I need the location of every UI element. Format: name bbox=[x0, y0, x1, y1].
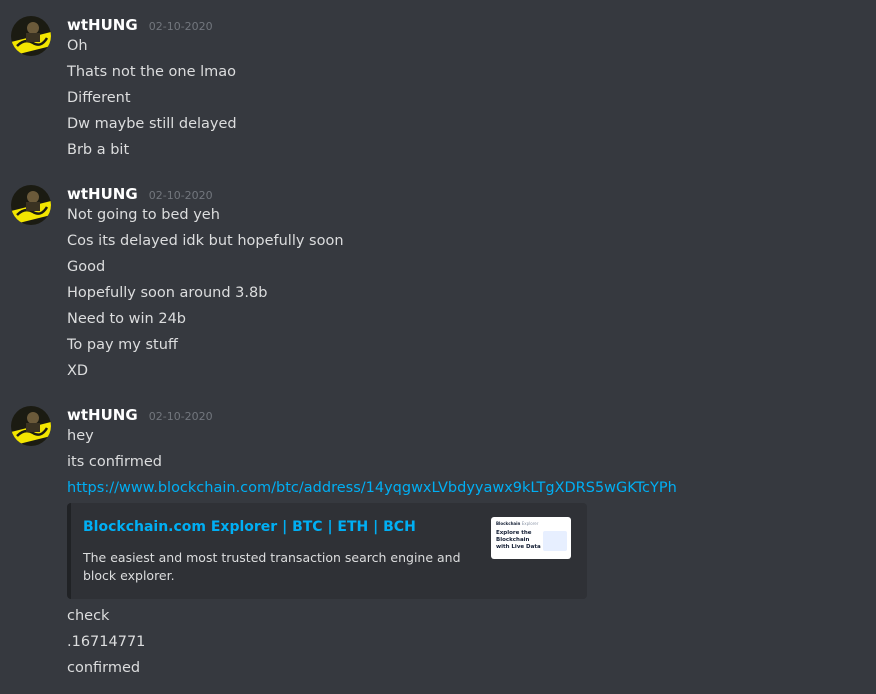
message-text: Good bbox=[67, 259, 106, 275]
message-text: Oh bbox=[67, 38, 88, 54]
message-text: check bbox=[67, 608, 110, 624]
cyberpunk-avatar-icon[interactable] bbox=[11, 406, 51, 446]
message-text: hey bbox=[67, 428, 94, 444]
message-text: Different bbox=[67, 90, 131, 106]
embed-title[interactable]: Blockchain.com Explorer | BTC | ETH | BC… bbox=[83, 519, 416, 535]
message-link-line: https://www.blockchain.com/btc/address/1… bbox=[67, 478, 677, 498]
cyberpunk-avatar-icon[interactable] bbox=[11, 16, 51, 56]
message-header: wtHUNG 02-10-2020 bbox=[67, 15, 213, 37]
message-text: To pay my stuff bbox=[67, 337, 178, 353]
thumbnail-headline: Explore the Blockchain with Live Data bbox=[496, 530, 541, 550]
link-embed: Blockchain.com Explorer | BTC | ETH | BC… bbox=[67, 503, 587, 599]
message-header: wtHUNG 02-10-2020 bbox=[67, 184, 213, 206]
message-text: .16714771 bbox=[67, 634, 146, 650]
message-text: Thats not the one lmao bbox=[67, 64, 237, 80]
chat-messages: wtHUNG 02-10-2020 Oh Thats not the one l… bbox=[0, 0, 876, 694]
username[interactable]: wtHUNG bbox=[67, 185, 138, 203]
timestamp: 02-10-2020 bbox=[148, 20, 213, 33]
message-text: Cos its delayed idk but hopefully soon bbox=[67, 233, 344, 249]
message-text: its confirmed bbox=[67, 454, 163, 470]
username[interactable]: wtHUNG bbox=[67, 16, 138, 34]
timestamp: 02-10-2020 bbox=[148, 189, 213, 202]
embed-thumbnail[interactable]: Blockchain Explorer Explore the Blockcha… bbox=[491, 517, 571, 559]
message-text: confirmed bbox=[67, 660, 141, 676]
timestamp: 02-10-2020 bbox=[148, 410, 213, 423]
message-text: Brb a bit bbox=[67, 142, 130, 158]
message-text: XD bbox=[67, 363, 89, 379]
thumbnail-brand-name: Blockchain bbox=[496, 521, 521, 526]
username[interactable]: wtHUNG bbox=[67, 406, 138, 424]
cyberpunk-avatar-icon[interactable] bbox=[11, 185, 51, 225]
message-header: wtHUNG 02-10-2020 bbox=[67, 405, 213, 427]
thumbnail-graphic bbox=[543, 531, 567, 551]
message-text: Need to win 24b bbox=[67, 311, 187, 327]
embed-description: The easiest and most trusted transaction… bbox=[83, 550, 461, 583]
message-text: Not going to bed yeh bbox=[67, 207, 220, 223]
message-text: Dw maybe still delayed bbox=[67, 116, 237, 132]
message-text: Hopefully soon around 3.8b bbox=[67, 285, 268, 301]
blockchain-link[interactable]: https://www.blockchain.com/btc/address/1… bbox=[67, 480, 677, 496]
thumbnail-brand: Blockchain Explorer bbox=[496, 521, 538, 526]
thumbnail-section: Explorer bbox=[521, 521, 539, 526]
